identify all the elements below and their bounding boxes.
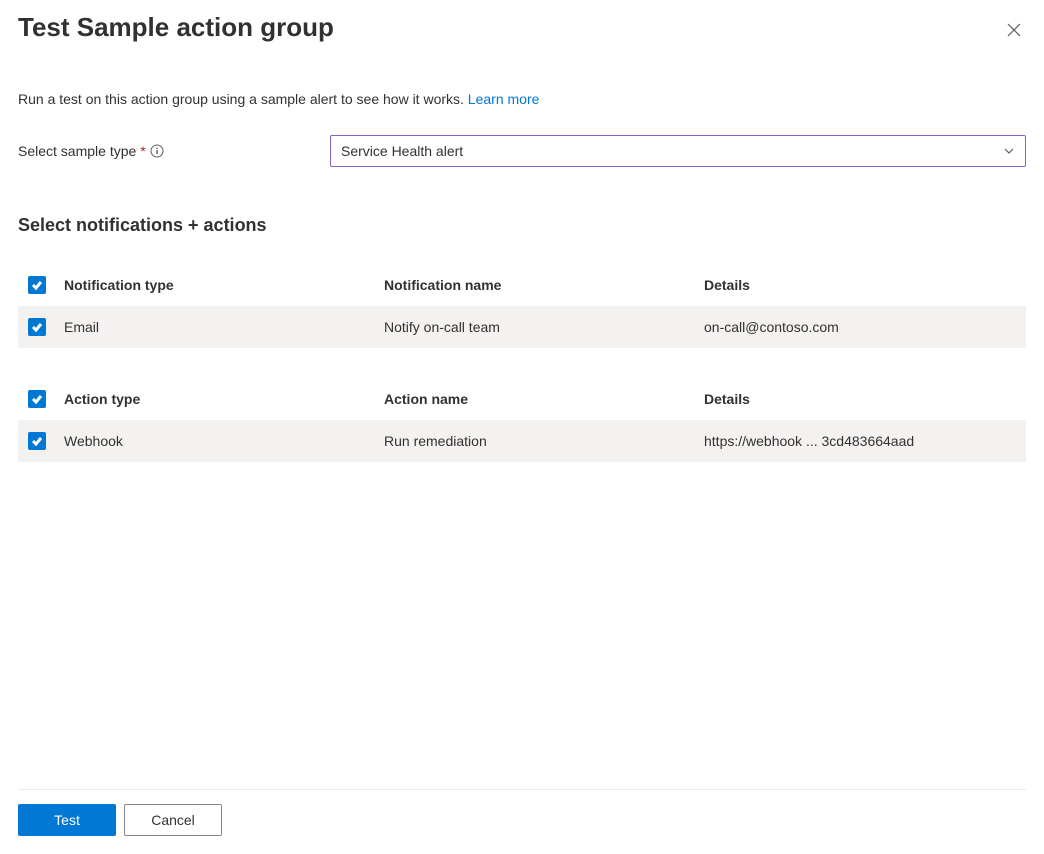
notifications-table: Notification type Notification name Deta… (18, 264, 1026, 348)
table-row: Email Notify on-call team on-call@contos… (18, 306, 1026, 348)
sample-type-label: Select sample type (18, 143, 136, 159)
notification-name-cell: Notify on-call team (384, 319, 704, 335)
notifications-select-all-checkbox[interactable] (28, 276, 46, 294)
table-row: Webhook Run remediation https://webhook … (18, 420, 1026, 462)
action-row-checkbox[interactable] (28, 432, 46, 450)
notification-type-cell: Email (64, 319, 384, 335)
close-button[interactable] (1002, 18, 1026, 42)
action-type-cell: Webhook (64, 433, 384, 449)
required-asterisk: * (140, 143, 145, 159)
chevron-down-icon (1003, 145, 1015, 157)
close-icon (1007, 23, 1021, 37)
notification-row-checkbox[interactable] (28, 318, 46, 336)
notifications-header-row: Notification type Notification name Deta… (18, 264, 1026, 306)
section-title: Select notifications + actions (18, 215, 1026, 236)
actions-header-type: Action type (64, 391, 384, 407)
test-button[interactable]: Test (18, 804, 116, 836)
description-body: Run a test on this action group using a … (18, 91, 468, 107)
footer-bar: Test Cancel (18, 789, 1026, 836)
notification-details-cell: on-call@contoso.com (704, 319, 1016, 335)
actions-select-all-checkbox[interactable] (28, 390, 46, 408)
notifications-header-details: Details (704, 277, 1016, 293)
cancel-button[interactable]: Cancel (124, 804, 222, 836)
sample-type-value: Service Health alert (341, 143, 463, 159)
notifications-header-name: Notification name (384, 277, 704, 293)
action-details-cell: https://webhook ... 3cd483664aad (704, 433, 1016, 449)
actions-table: Action type Action name Details Webhook … (18, 378, 1026, 462)
sample-type-select[interactable]: Service Health alert (330, 135, 1026, 167)
description-text: Run a test on this action group using a … (18, 91, 1026, 107)
actions-header-name: Action name (384, 391, 704, 407)
learn-more-link[interactable]: Learn more (468, 91, 540, 107)
actions-header-row: Action type Action name Details (18, 378, 1026, 420)
actions-header-details: Details (704, 391, 1016, 407)
notifications-header-type: Notification type (64, 277, 384, 293)
action-name-cell: Run remediation (384, 433, 704, 449)
panel-title: Test Sample action group (18, 12, 334, 43)
info-icon[interactable] (150, 144, 164, 158)
sample-type-row: Select sample type * Service Health aler… (18, 135, 1026, 167)
